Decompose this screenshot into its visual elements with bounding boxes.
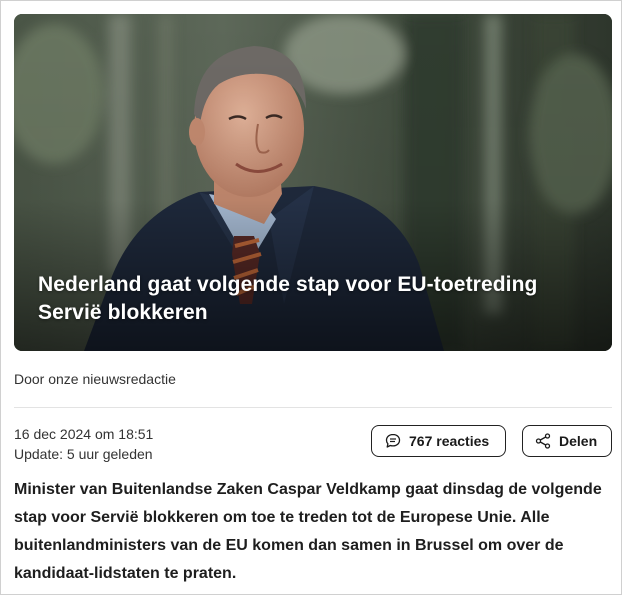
article-card: Nederland gaat volgende stap voor EU-toe… — [0, 0, 622, 595]
article-title[interactable]: Nederland gaat volgende stap voor EU-toe… — [38, 271, 582, 327]
comments-label: 767 reacties — [409, 433, 490, 449]
article-lead: Minister van Buitenlandse Zaken Caspar V… — [14, 481, 602, 582]
divider — [14, 407, 612, 408]
hero-image[interactable]: Nederland gaat volgende stap voor EU-toe… — [14, 14, 612, 351]
update-time: Update: 5 uur geleden — [14, 446, 153, 462]
article-meta: 16 dec 2024 om 18:51 Update: 5 uur geled… — [14, 424, 153, 464]
share-label: Delen — [559, 433, 598, 449]
byline: Door onze nieuwsredactie — [14, 371, 176, 387]
share-icon — [535, 433, 551, 449]
speech-bubble-icon — [385, 433, 401, 449]
publish-date: 16 dec 2024 om 18:51 — [14, 426, 154, 442]
share-button[interactable]: Delen — [522, 425, 612, 457]
comments-button[interactable]: 767 reacties — [371, 425, 506, 457]
